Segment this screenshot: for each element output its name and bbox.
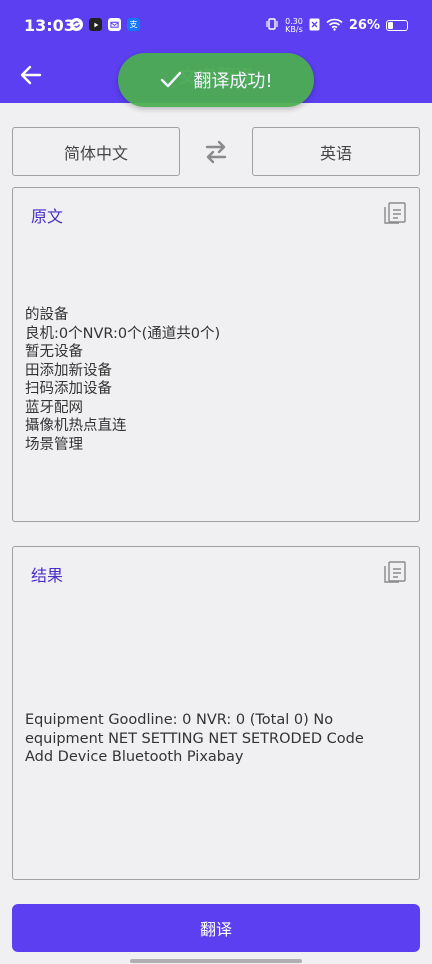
toast-text: 翻译成功! <box>193 71 273 92</box>
battery-icon <box>386 20 408 31</box>
source-line: 田添加新设备 <box>25 362 112 379</box>
copy-source-button[interactable] <box>383 201 407 225</box>
copy-icon <box>384 202 406 224</box>
source-line: 场景管理 <box>25 436 83 453</box>
no-sim-icon <box>309 16 320 35</box>
result-line: Equipment Goodline: 0 NVR: 0 (Total 0) N… <box>25 712 334 728</box>
result-text[interactable]: Equipment Goodline: 0 NVR: 0 (Total 0) N… <box>25 711 409 767</box>
swap-languages-button[interactable] <box>198 134 234 170</box>
status-bar: 13:03 支 0.30 KB/s 26% <box>0 0 432 50</box>
source-line: 蓝牙配网 <box>25 399 83 416</box>
copy-icon <box>384 561 406 583</box>
success-toast: 翻译成功! <box>118 53 314 107</box>
net-speed: 0.30 KB/s <box>285 16 303 34</box>
source-text[interactable]: 的設备 良机:0个NVR:0个(通道共0个) 暂无设备 田添加新设备 扫码添加设… <box>25 306 409 454</box>
vibrate-icon <box>265 16 279 35</box>
result-panel: 结果 Equipment Goodline: 0 NVR: 0 (Total 0… <box>12 546 420 880</box>
source-line: 扫码添加设备 <box>25 381 112 397</box>
mail-icon <box>108 18 121 31</box>
check-icon <box>161 71 182 88</box>
result-line: Add Device Bluetooth Pixabay <box>25 749 244 765</box>
battery-percent: 26% <box>348 18 380 33</box>
target-language-button[interactable]: 英语 <box>252 127 420 176</box>
source-line: 的設备 <box>25 307 69 323</box>
home-indicator[interactable] <box>130 959 302 963</box>
source-panel: 原文 的設备 良机:0个NVR:0个(通道共0个) 暂无设备 田添加新设备 扫码… <box>12 187 420 522</box>
notification-icons: 支 <box>70 18 140 31</box>
copy-result-button[interactable] <box>383 560 407 584</box>
source-line: 良机:0个NVR:0个(通道共0个) <box>25 325 221 342</box>
source-line: 暂无设备 <box>25 344 83 360</box>
source-panel-title: 原文 <box>31 207 64 226</box>
sync-icon <box>70 18 83 31</box>
source-line: 攝像机热点直连 <box>25 418 127 434</box>
system-indicators: 0.30 KB/s 26% <box>265 16 408 35</box>
swap-arrows-icon <box>205 140 227 164</box>
alipay-icon: 支 <box>127 18 140 31</box>
source-language-button[interactable]: 简体中文 <box>12 127 180 176</box>
status-time: 13:03 <box>24 16 75 35</box>
wifi-icon <box>326 16 343 35</box>
play-icon <box>89 18 102 31</box>
result-panel-title: 结果 <box>31 566 64 585</box>
translate-button[interactable]: 翻译 <box>12 904 420 952</box>
result-line: equipment NET SETTING NET SETRODED Code <box>25 730 364 747</box>
